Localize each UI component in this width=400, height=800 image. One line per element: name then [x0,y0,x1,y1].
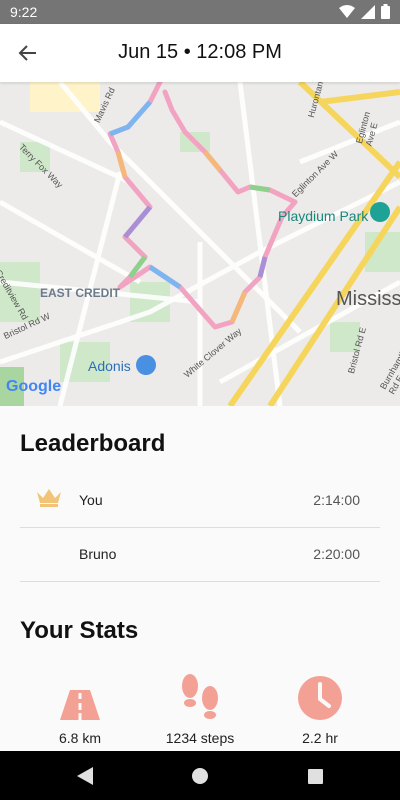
nav-home-button[interactable] [189,765,211,787]
nav-back-button[interactable] [74,765,96,787]
map-label-mississauga: Mississ [336,288,400,310]
shop-pin[interactable] [136,355,156,375]
nav-recents-button[interactable] [304,765,326,787]
square-recents-icon [307,768,323,784]
leaderboard-time: 2:20:00 [313,546,360,562]
clock-icon [298,676,342,720]
status-bar: 9:22 [0,0,400,24]
triangle-back-icon [77,767,93,785]
leaderboard-row: Bruno 2:20:00 [20,528,380,582]
leaderboard-title: Leaderboard [20,430,166,457]
stat-distance-value: 6.8 km [58,730,101,746]
stat-duration: 2.2 hr [260,668,380,746]
leaderboard-time: 2:14:00 [313,492,360,508]
wifi-icon [339,4,355,18]
leaderboard-name: You [79,492,103,508]
battery-icon [381,4,390,19]
stat-steps: 1234 steps [140,668,260,746]
signal-icon [361,4,375,19]
map-label-adonis: Adonis [88,358,131,374]
leaderboard-row: You 2:14:00 [20,474,380,528]
stat-duration-value: 2.2 hr [302,730,338,746]
page-title: Jun 15 • 12:08 PM [118,41,282,63]
stat-distance: 6.8 km [20,668,140,746]
park-pin[interactable] [370,202,390,222]
map-label-playdium: Playdium Park [278,208,369,224]
stats-title: Your Stats [20,617,139,644]
crown-icon [37,489,61,507]
google-logo: Google [6,378,62,395]
circle-home-icon [192,768,208,784]
status-icons [339,4,390,19]
footsteps-icon [182,674,218,719]
status-time: 9:22 [10,4,38,20]
map-label-east-credit: EAST CREDIT [40,286,121,300]
route-map[interactable]: Playdium Park EAST CREDIT Adonis Mississ… [0,82,400,406]
stat-steps-value: 1234 steps [165,730,235,746]
system-nav-bar [0,751,400,800]
app-bar: Jun 15 • 12:08 PM [0,24,400,82]
leaderboard-name: Bruno [79,546,117,562]
road-icon [60,690,100,720]
